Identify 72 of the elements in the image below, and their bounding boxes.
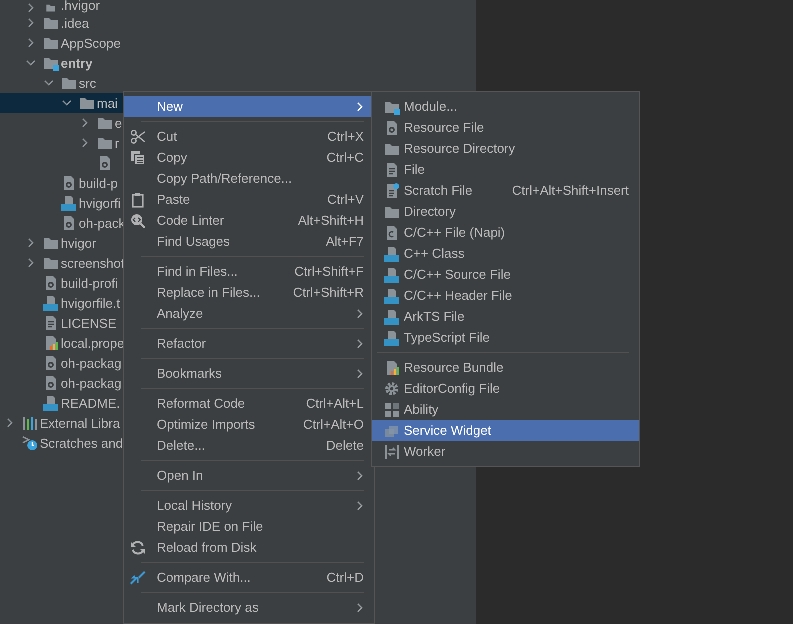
tree-label: build-p: [79, 176, 118, 190]
menu-label: Paste: [157, 192, 192, 207]
menu-label: Find Usages: [157, 234, 231, 249]
shortcut-label: Delete: [326, 438, 364, 453]
menu-label: Mark Directory as: [157, 600, 260, 615]
menu-label: Refactor: [157, 336, 208, 351]
tree-label: oh-packag: [61, 376, 122, 390]
menu-label: Local History: [157, 498, 234, 513]
shortcut-label: Ctrl+Alt+O: [303, 417, 364, 432]
menu-label: Code Linter: [157, 213, 226, 228]
menu-label: Copy: [157, 150, 188, 165]
shortcut-label: Ctrl+Shift+R: [293, 285, 364, 300]
shortcut-label: Ctrl+C: [326, 150, 364, 165]
menu-label: Module...: [404, 99, 458, 114]
menu-label: TypeScript File: [404, 330, 491, 345]
menu-label: Service Widget: [404, 423, 492, 438]
menu-label: Ability: [404, 402, 440, 417]
tree-label: mai: [97, 96, 118, 110]
tree-label: e: [115, 116, 122, 130]
menu-label: Reload from Disk: [157, 540, 258, 555]
tree-label: build-profi: [61, 276, 118, 290]
tree-label: oh-pack: [79, 216, 126, 230]
tree-label: LICENSE: [61, 316, 117, 330]
menu-label: File: [404, 162, 426, 177]
tree-label: r: [115, 136, 120, 150]
shortcut-label: Alt+Shift+H: [298, 213, 364, 228]
menu-label: Directory: [404, 204, 458, 219]
menu-label: Compare With...: [157, 570, 252, 585]
menu-label: C/C++ Header File: [404, 288, 514, 303]
menu-label: Delete...: [157, 438, 206, 453]
menu-label: Resource Bundle: [404, 360, 505, 375]
menu-label: New: [157, 99, 184, 114]
menu-label: Optimize Imports: [157, 417, 256, 432]
tree-label: External Libra: [40, 416, 120, 430]
shortcut-label: Ctrl+Shift+F: [294, 264, 364, 279]
tree-label: Scratches and: [40, 436, 124, 450]
shortcut-label: Ctrl+X: [328, 129, 364, 144]
tree-label: screenshot: [61, 256, 125, 270]
menu-label: Resource Directory: [404, 141, 516, 156]
menu-label: C++ Class: [404, 246, 466, 261]
menu-label: Reformat Code: [157, 396, 246, 411]
tree-label: src: [79, 76, 96, 90]
tree-label: AppScope: [61, 36, 121, 50]
menu-label: Replace in Files...: [157, 285, 262, 300]
menu-label: Resource File: [404, 120, 486, 135]
menu-label: Repair IDE on File: [157, 519, 264, 534]
menu-label: Open In: [157, 468, 204, 483]
menu-label: Analyze: [157, 306, 204, 321]
tree-label: oh-packag: [61, 356, 122, 370]
tree-label: README.: [61, 396, 120, 410]
menu-label: C/C++ Source File: [404, 267, 512, 282]
menu-label: EditorConfig File: [404, 381, 502, 396]
menu-label: Worker: [404, 444, 447, 459]
menu-label: C/C++ File (Napi): [404, 225, 506, 240]
tree-label: hvigorfile.t: [61, 296, 120, 310]
menu-label: Scratch File: [404, 183, 474, 198]
tree-label: hvigorfi: [79, 196, 121, 210]
tree-label: entry: [61, 56, 93, 70]
shortcut-label: Ctrl+Alt+Shift+Insert: [512, 183, 629, 198]
tree-label: local.prope: [61, 336, 125, 350]
menu-label: ArkTS File: [404, 309, 466, 324]
shortcut-label: Alt+F7: [326, 234, 364, 249]
shortcut-label: Ctrl+V: [328, 192, 364, 207]
menu-label: Find in Files...: [157, 264, 239, 279]
menu-label: Cut: [157, 129, 178, 144]
tree-label: .idea: [61, 16, 90, 30]
shortcut-label: Ctrl+Alt+L: [306, 396, 364, 411]
shortcut-label: Ctrl+D: [326, 570, 364, 585]
menu-label: Bookmarks: [157, 366, 224, 381]
tree-label: .hvigor: [61, 0, 100, 13]
tree-label: hvigor: [61, 236, 96, 250]
menu-label: Copy Path/Reference...: [157, 171, 294, 186]
